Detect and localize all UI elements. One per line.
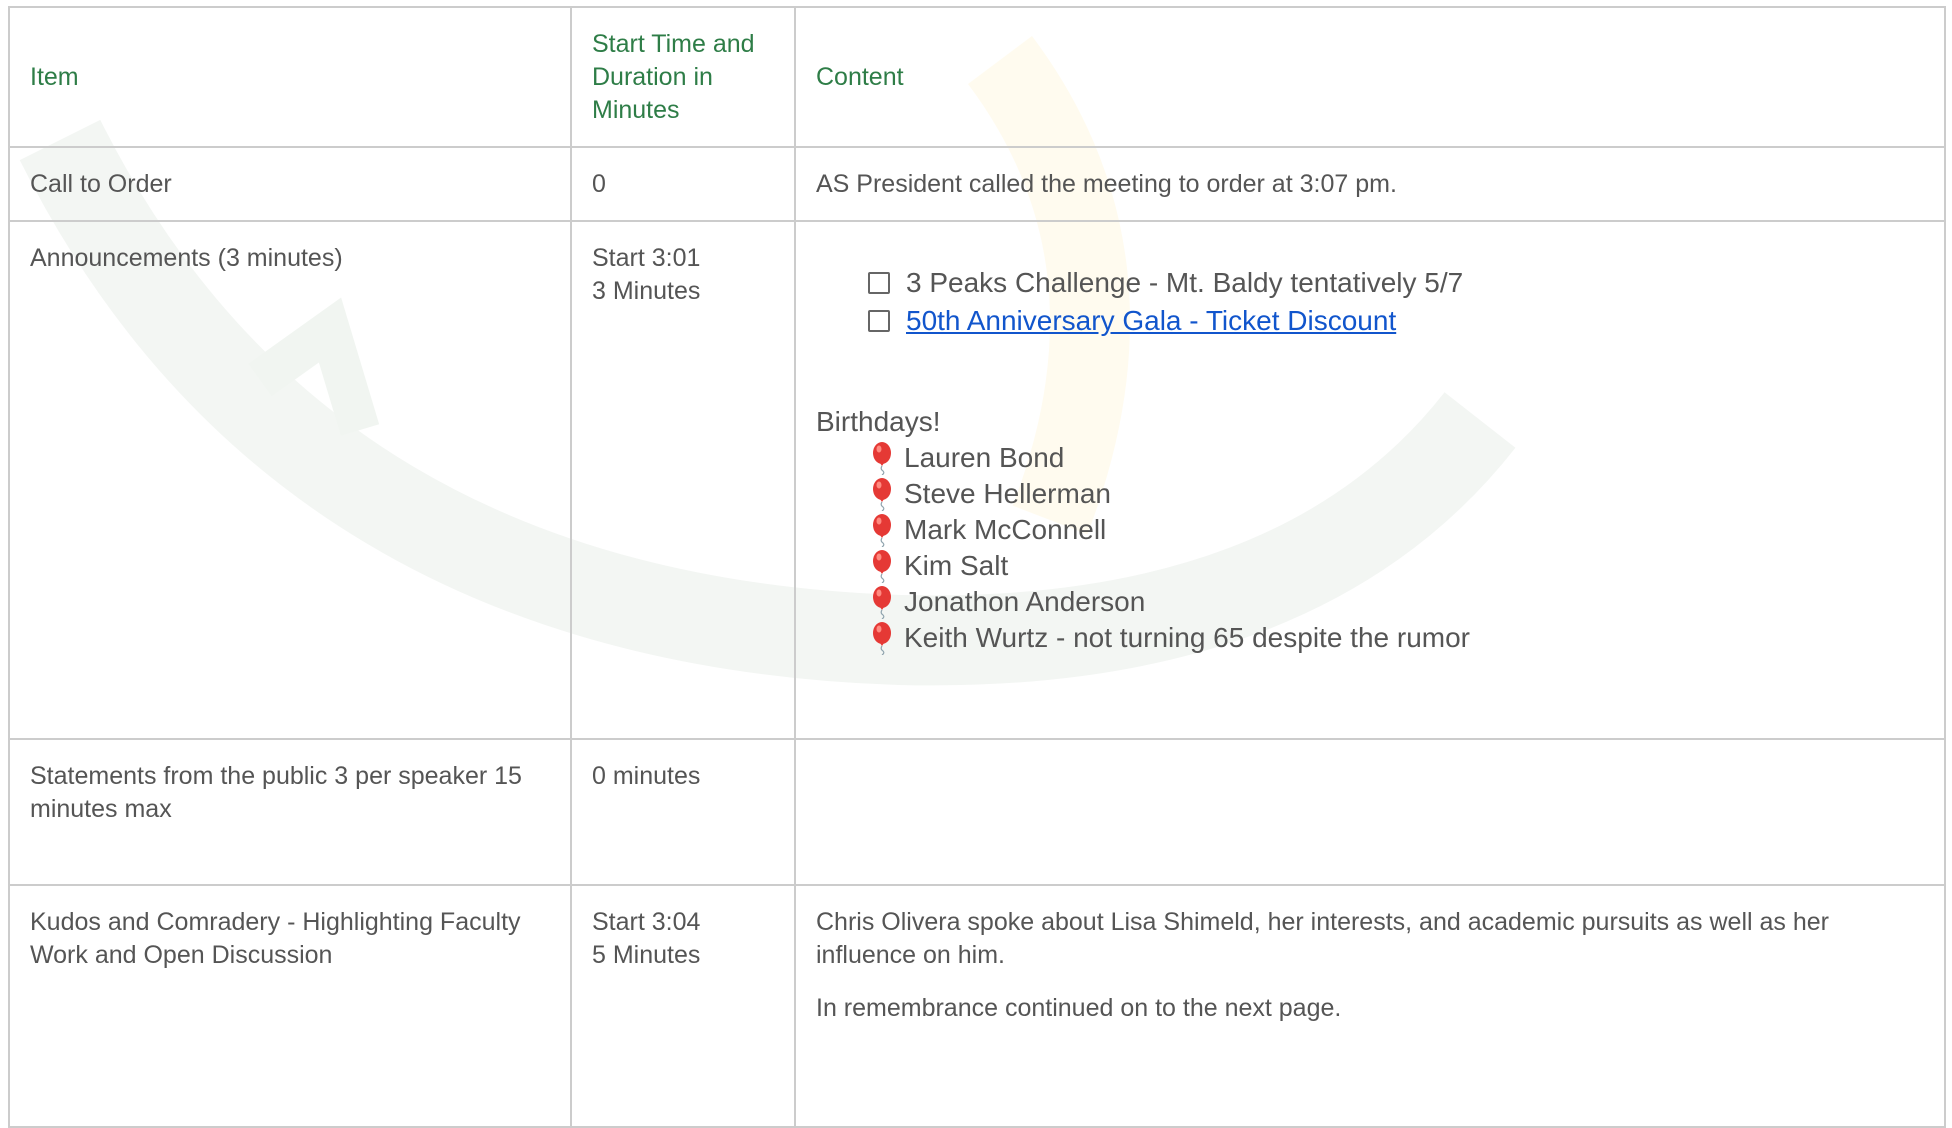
balloon-icon bbox=[868, 549, 896, 584]
start-time: Start 3:04 bbox=[592, 908, 701, 936]
row-item-announcements: Announcements (3 minutes) bbox=[8, 220, 572, 740]
row-item-call-to-order: Call to Order bbox=[8, 146, 572, 222]
announcement-checklist: 3 Peaks Challenge - Mt. Baldy tentativel… bbox=[868, 264, 1924, 340]
row-item-public-statements: Statements from the public 3 per speaker… bbox=[8, 738, 572, 886]
content-paragraph: In remembrance continued on to the next … bbox=[816, 994, 1342, 1022]
duration: 5 Minutes bbox=[592, 941, 701, 969]
agenda-table: Item Start Time and Duration in Minutes … bbox=[8, 6, 1946, 1128]
header-content: Content bbox=[794, 6, 1946, 148]
row-item-kudos: Kudos and Comradery - Highlighting Facul… bbox=[8, 884, 572, 1128]
content-paragraph: Chris Olivera spoke about Lisa Shimeld, … bbox=[816, 908, 1829, 969]
row-time: 0 minutes bbox=[570, 738, 796, 886]
birthday-list: Lauren Bond Steve Hellerman Mark McConnell… bbox=[868, 440, 1924, 656]
birthday-name: Jonathon Anderson bbox=[904, 586, 1146, 617]
birthday-name: Lauren Bond bbox=[904, 442, 1065, 473]
checkbox[interactable] bbox=[868, 272, 890, 294]
table-row: Announcements (3 minutes) Start 3:01 3 M… bbox=[8, 220, 1946, 740]
birthday-item: Steve Hellerman bbox=[868, 476, 1924, 512]
balloon-icon bbox=[868, 513, 896, 548]
balloon-icon bbox=[868, 477, 896, 512]
birthday-name: Steve Hellerman bbox=[904, 478, 1111, 509]
birthday-name: Mark McConnell bbox=[904, 514, 1107, 545]
row-time: Start 3:04 5 Minutes bbox=[570, 884, 796, 1128]
row-content bbox=[794, 738, 1946, 886]
birthday-item: Keith Wurtz - not turning 65 despite the… bbox=[868, 620, 1924, 656]
row-content: 3 Peaks Challenge - Mt. Baldy tentativel… bbox=[794, 220, 1946, 740]
birthday-item: Kim Salt bbox=[868, 548, 1924, 584]
balloon-icon bbox=[868, 621, 896, 656]
row-content: Chris Olivera spoke about Lisa Shimeld, … bbox=[794, 884, 1946, 1128]
row-content: AS President called the meeting to order… bbox=[794, 146, 1946, 222]
table-row: Call to Order 0 AS President called the … bbox=[8, 146, 1946, 222]
birthday-name: Kim Salt bbox=[904, 550, 1009, 581]
birthday-item: Lauren Bond bbox=[868, 440, 1924, 476]
checklist-item: 3 Peaks Challenge - Mt. Baldy tentativel… bbox=[868, 264, 1924, 302]
balloon-icon bbox=[868, 441, 896, 476]
birthday-item: Jonathon Anderson bbox=[868, 584, 1924, 620]
checklist-item: 50th Anniversary Gala - Ticket Discount bbox=[868, 302, 1924, 340]
table-row: Statements from the public 3 per speaker… bbox=[8, 738, 1946, 886]
row-time: 0 bbox=[570, 146, 796, 222]
gala-ticket-link[interactable]: 50th Anniversary Gala - Ticket Discount bbox=[906, 302, 1396, 340]
birthdays-heading: Birthdays! bbox=[816, 406, 941, 437]
row-time: Start 3:01 3 Minutes bbox=[570, 220, 796, 740]
balloon-icon bbox=[868, 585, 896, 620]
birthday-name: Keith Wurtz - not turning 65 despite the… bbox=[904, 622, 1470, 653]
header-item: Item bbox=[8, 6, 572, 148]
checklist-label: 3 Peaks Challenge - Mt. Baldy tentativel… bbox=[906, 267, 1464, 298]
checkbox[interactable] bbox=[868, 310, 890, 332]
birthday-item: Mark McConnell bbox=[868, 512, 1924, 548]
duration: 3 Minutes bbox=[592, 277, 701, 305]
table-row: Kudos and Comradery - Highlighting Facul… bbox=[8, 884, 1946, 1128]
table-header-row: Item Start Time and Duration in Minutes … bbox=[8, 6, 1946, 148]
header-start-time: Start Time and Duration in Minutes bbox=[570, 6, 796, 148]
start-time: Start 3:01 bbox=[592, 244, 701, 272]
